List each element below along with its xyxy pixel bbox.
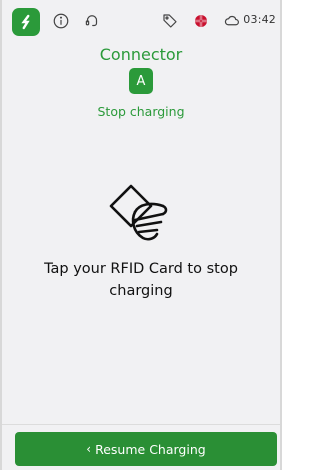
language-flag-icon[interactable] (191, 11, 211, 31)
resume-charging-label: Resume Charging (95, 441, 206, 457)
charging-status-text: Stop charging (97, 104, 185, 119)
info-icon[interactable] (51, 11, 71, 31)
connector-id-badge: A (129, 68, 153, 94)
connector-title: Connector (99, 45, 183, 64)
cloud-icon (222, 11, 242, 31)
footer-divider (2, 424, 280, 425)
chevron-left-icon: ‹ (86, 442, 92, 456)
charging-screen: 03:42 Connector A Stop charging Tap your… (0, 0, 282, 470)
rfid-instruction-text: Tap your RFID Card to stop charging (44, 261, 238, 299)
support-headset-icon[interactable] (82, 11, 102, 31)
price-tag-icon[interactable] (160, 11, 180, 31)
brand-logo-icon[interactable] (12, 8, 40, 36)
clock-time: 03:42 (243, 13, 276, 26)
resume-charging-button[interactable]: ‹ Resume Charging (15, 432, 277, 466)
status-bar: 03:42 (2, 0, 280, 40)
rfid-card-tap-icon (105, 176, 177, 246)
